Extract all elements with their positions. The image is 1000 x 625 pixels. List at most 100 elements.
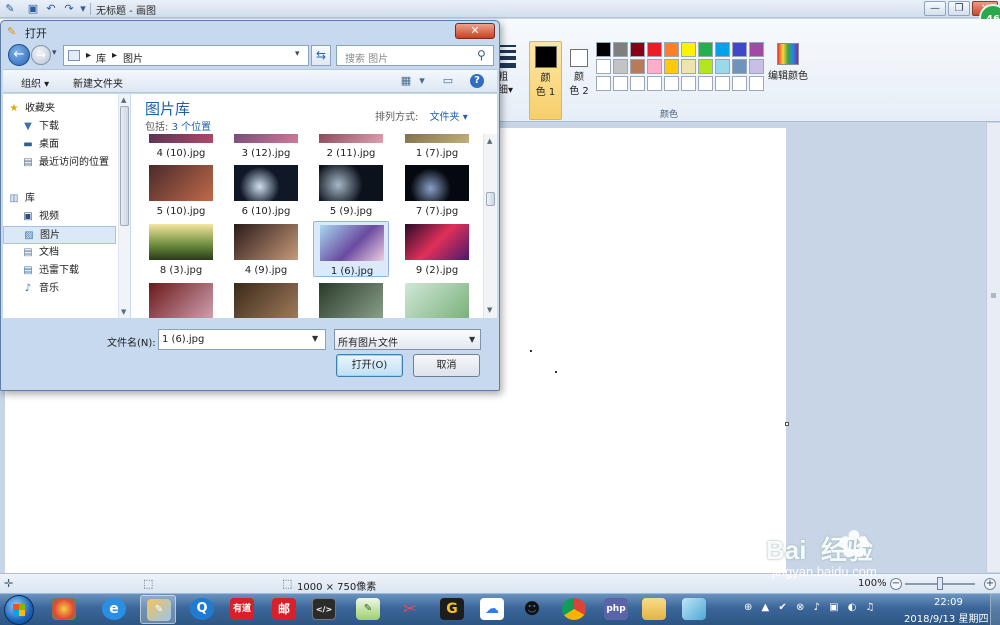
- palette-swatch[interactable]: [732, 42, 747, 57]
- canvas-resize-handle[interactable]: [785, 422, 789, 426]
- taskbar-notepad[interactable]: ✎: [350, 595, 386, 624]
- taskbar-console[interactable]: </>: [306, 595, 342, 624]
- restore-button[interactable]: ❐: [948, 1, 970, 16]
- paint-app-icon[interactable]: ✎: [3, 2, 17, 16]
- view-options-icon[interactable]: ▦: [399, 74, 413, 88]
- open-button[interactable]: 打开(O): [336, 354, 403, 377]
- palette-swatch[interactable]: [596, 76, 611, 91]
- new-folder-button[interactable]: 新建文件夹: [73, 75, 123, 90]
- palette-swatch[interactable]: [613, 76, 628, 91]
- palette-swatch[interactable]: [715, 42, 730, 57]
- palette-swatch[interactable]: [732, 76, 747, 91]
- cancel-button[interactable]: 取消: [413, 354, 480, 377]
- taskbar-g-app[interactable]: G: [434, 595, 470, 624]
- file-grid-scroll-thumb[interactable]: [486, 192, 495, 206]
- palette-swatch[interactable]: [698, 42, 713, 57]
- dialog-close-button[interactable]: ✕: [455, 23, 495, 39]
- start-button[interactable]: [4, 595, 34, 625]
- palette-swatch[interactable]: [715, 59, 730, 74]
- customize-toolbar-icon[interactable]: ▾: [76, 2, 90, 16]
- refresh-button[interactable]: ⇆: [311, 45, 331, 66]
- save-icon[interactable]: ▣: [26, 2, 40, 16]
- nav-videos[interactable]: ▣ 视频: [3, 208, 116, 226]
- file-tile[interactable]: 2 (11).jpg: [313, 134, 389, 160]
- scroll-down-arrow[interactable]: ▼: [121, 308, 126, 316]
- nav-libraries[interactable]: ▥ 库: [3, 190, 116, 208]
- palette-swatch[interactable]: [630, 76, 645, 91]
- includes-locations-link[interactable]: 3 个位置: [172, 122, 212, 133]
- palette-swatch[interactable]: [596, 59, 611, 74]
- file-tile[interactable]: [228, 280, 304, 318]
- search-box[interactable]: 搜索 图片 ⚲: [336, 45, 494, 66]
- filetype-select[interactable]: 所有图片文件 ▼: [334, 329, 481, 350]
- taskbar-mail[interactable]: 邮: [266, 595, 302, 624]
- file-tile[interactable]: 4 (9).jpg: [228, 221, 304, 277]
- taskbar-php[interactable]: php: [598, 595, 634, 624]
- palette-swatch[interactable]: [732, 59, 747, 74]
- show-desktop-button[interactable]: [990, 594, 1000, 625]
- file-tile[interactable]: 8 (3).jpg: [143, 221, 219, 277]
- palette-swatch[interactable]: [698, 76, 713, 91]
- palette-swatch[interactable]: [630, 59, 645, 74]
- edit-colors-button[interactable]: 编辑颜色: [768, 41, 808, 101]
- palette-swatch[interactable]: [698, 59, 713, 74]
- stroke-size-icon[interactable]: [500, 45, 516, 71]
- palette-swatch[interactable]: [647, 76, 662, 91]
- breadcrumb-pictures[interactable]: 图片: [123, 50, 143, 65]
- file-tile[interactable]: 3 (12).jpg: [228, 134, 304, 160]
- palette-swatch[interactable]: [715, 76, 730, 91]
- palette-swatch[interactable]: [664, 76, 679, 91]
- nav-xunlei-downloads[interactable]: ▤ 迅雷下载: [3, 262, 116, 280]
- nav-scroll-thumb[interactable]: [120, 106, 129, 226]
- address-bar[interactable]: ▸ 库 ▸ 图片 ▾: [63, 45, 309, 66]
- nav-pictures[interactable]: ▨ 图片: [3, 226, 116, 244]
- file-tile[interactable]: 6 (10).jpg: [228, 162, 304, 218]
- taskbar-scissors[interactable]: ✂: [392, 595, 428, 624]
- palette-swatch[interactable]: [749, 42, 764, 57]
- system-tray-icons[interactable]: ⊕ ▲ ✔ ⊗ ♪ ▣ ◐ ♫: [744, 602, 878, 613]
- clock-date[interactable]: 2018/9/13 星期四: [904, 610, 988, 625]
- file-tile[interactable]: 7 (7).jpg: [399, 162, 475, 218]
- taskbar-baidu-netdisk[interactable]: ☁: [474, 595, 510, 624]
- file-tile[interactable]: 4 (10).jpg: [143, 134, 219, 160]
- palette-swatch[interactable]: [647, 59, 662, 74]
- file-tile[interactable]: [143, 280, 219, 318]
- file-tile[interactable]: 5 (10).jpg: [143, 162, 219, 218]
- nav-documents[interactable]: ▤ 文档: [3, 244, 116, 262]
- scroll-up-arrow[interactable]: ▲: [487, 137, 492, 145]
- scroll-up-arrow[interactable]: ▲: [121, 96, 126, 104]
- redo-icon[interactable]: ↷: [62, 2, 76, 16]
- sort-dropdown[interactable]: 文件夹 ▾: [430, 112, 468, 123]
- palette-swatch[interactable]: [630, 42, 645, 57]
- nav-scrollbar[interactable]: ▲ ▼: [118, 94, 130, 318]
- stroke-size-label[interactable]: 粗 细▾: [498, 71, 513, 97]
- nav-favorites[interactable]: ★ 收藏夹: [3, 100, 116, 118]
- clock-time[interactable]: 22:09: [934, 597, 963, 608]
- undo-icon[interactable]: ↶: [44, 2, 58, 16]
- palette-swatch[interactable]: [613, 42, 628, 57]
- scroll-grip[interactable]: [991, 293, 996, 298]
- palette-swatch[interactable]: [749, 76, 764, 91]
- palette-swatch[interactable]: [749, 59, 764, 74]
- breadcrumb-libraries[interactable]: 库: [96, 50, 106, 65]
- taskbar-window-app[interactable]: [676, 595, 712, 624]
- file-tile[interactable]: 5 (9).jpg: [313, 162, 389, 218]
- file-tile[interactable]: 9 (2).jpg: [399, 221, 475, 277]
- taskbar-explorer[interactable]: [636, 595, 672, 624]
- file-tile[interactable]: [399, 280, 475, 318]
- minimize-button[interactable]: —: [924, 1, 946, 16]
- taskbar-paint[interactable]: ✎: [140, 595, 176, 624]
- nav-downloads[interactable]: ▼ 下载: [3, 118, 116, 136]
- preview-pane-icon[interactable]: ▭: [441, 74, 455, 88]
- search-icon[interactable]: ⚲: [477, 48, 486, 62]
- palette-swatch[interactable]: [681, 59, 696, 74]
- taskbar-colorful-app[interactable]: [46, 595, 82, 624]
- address-dropdown[interactable]: ▾: [295, 49, 300, 59]
- palette-swatch[interactable]: [681, 42, 696, 57]
- palette-swatch[interactable]: [681, 76, 696, 91]
- scroll-down-arrow[interactable]: ▼: [487, 306, 492, 314]
- back-button[interactable]: ←: [8, 44, 30, 66]
- vertical-scrollbar[interactable]: [986, 123, 1000, 572]
- palette-swatch[interactable]: [664, 42, 679, 57]
- palette-swatch[interactable]: [613, 59, 628, 74]
